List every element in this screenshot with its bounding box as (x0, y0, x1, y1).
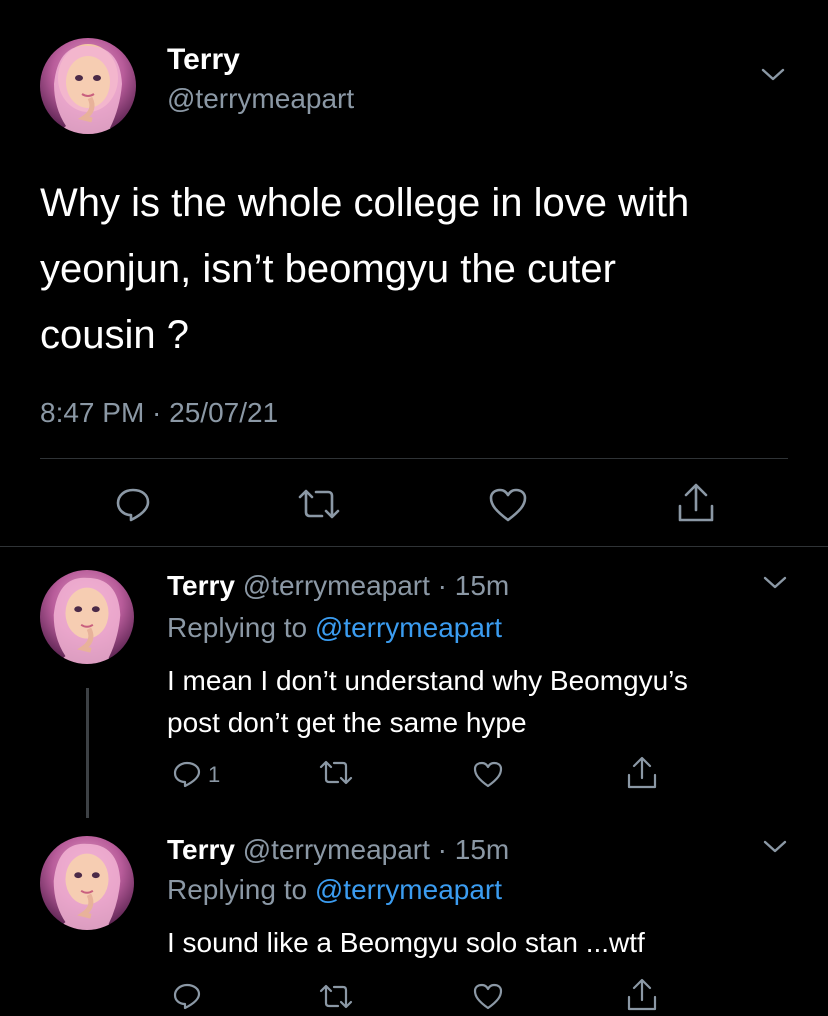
replying-prefix: Replying to (167, 612, 308, 643)
heart-icon[interactable] (472, 982, 504, 1010)
reply-icon[interactable] (172, 760, 202, 788)
chevron-down-icon[interactable] (762, 838, 788, 856)
share-icon[interactable] (626, 756, 658, 790)
chevron-down-icon[interactable] (762, 574, 788, 592)
tweet-text-line: cousin ? (40, 313, 189, 357)
tweet-timestamp[interactable]: 8:47 PM · 25/07/21 (40, 396, 278, 430)
reply-header: Terry @terrymeapart · 15m (167, 568, 509, 604)
tweet-text-line: yeonjun, isn’t beomgyu the cuter (40, 247, 616, 291)
divider (0, 546, 828, 547)
reply-text-line: I mean I don’t understand why Beomgyu’s (167, 665, 688, 696)
reply-icon[interactable] (114, 486, 152, 522)
tweet-text: Why is the whole college in love with ye… (40, 170, 800, 368)
reply-count: 1 (208, 762, 221, 787)
replying-to: Replying to @terrymeapart (167, 872, 502, 908)
avatar[interactable] (40, 38, 136, 134)
replying-prefix: Replying to (167, 874, 308, 905)
tweet-text-line: Why is the whole college in love with (40, 181, 690, 225)
reply-text-line: post don’t get the same hype (167, 707, 527, 738)
replying-to-link[interactable]: @terrymeapart (315, 612, 502, 643)
heart-icon[interactable] (472, 760, 504, 788)
replying-to-link[interactable]: @terrymeapart (315, 874, 502, 905)
retweet-icon[interactable] (318, 760, 354, 786)
share-icon[interactable] (626, 978, 658, 1012)
share-icon[interactable] (676, 482, 716, 524)
reply-header: Terry @terrymeapart · 15m (167, 832, 509, 868)
avatar[interactable] (40, 836, 134, 930)
divider (40, 458, 788, 459)
thread-line (86, 688, 89, 818)
retweet-icon[interactable] (296, 488, 342, 520)
display-name[interactable]: Terry (167, 42, 240, 78)
chevron-down-icon[interactable] (760, 66, 786, 84)
reply-icon[interactable] (172, 982, 202, 1010)
retweet-icon[interactable] (318, 984, 354, 1010)
handle-time[interactable]: @terrymeapart · 15m (243, 570, 510, 601)
display-name[interactable]: Terry (167, 570, 235, 601)
handle[interactable]: @terrymeapart (167, 82, 354, 116)
reply-text-line: I sound like a Beomgyu solo stan ...wtf (167, 927, 645, 958)
handle-time[interactable]: @terrymeapart · 15m (243, 834, 510, 865)
reply-text: I mean I don’t understand why Beomgyu’s … (167, 660, 797, 744)
reply-text: I sound like a Beomgyu solo stan ...wtf (167, 922, 797, 964)
avatar[interactable] (40, 570, 134, 664)
replying-to: Replying to @terrymeapart (167, 610, 502, 646)
heart-icon[interactable] (488, 487, 528, 523)
display-name[interactable]: Terry (167, 834, 235, 865)
